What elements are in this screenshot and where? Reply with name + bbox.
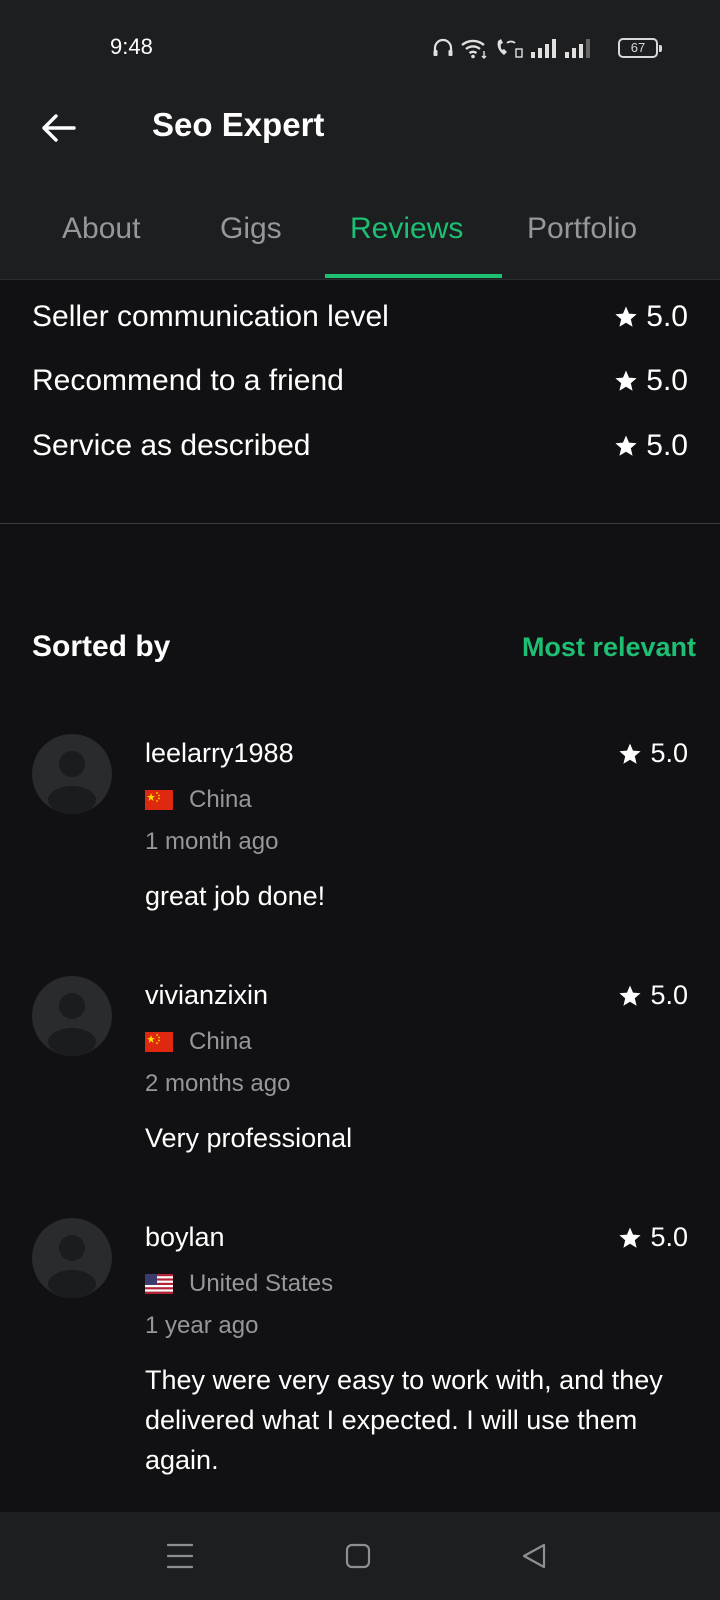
country-name: China [189,1028,252,1055]
rating-row-communication: Seller communication level 5.0 [32,300,688,344]
reviewer-name[interactable]: leelarry1988 [145,738,294,769]
star-icon [615,435,637,456]
review-rating: 5.0 [618,738,688,769]
menu-icon [167,1543,193,1569]
headphones-icon [433,38,453,56]
country-name: China [189,786,252,813]
system-back-button[interactable] [512,1534,556,1578]
square-icon [345,1543,371,1569]
rating-value: 5.0 [614,300,688,334]
user-placeholder-icon [48,993,96,1056]
review-text: great job done! [145,881,326,911]
rating-value: 5.0 [614,364,688,398]
review-time: 1 year ago [145,1312,259,1339]
rating-row-service: Service as described 5.0 [32,429,688,473]
rating-number: 5.0 [646,429,688,462]
reviewer-country: China [145,1028,252,1056]
signal-strength-icon [565,39,590,58]
reviewer-country: United States [145,1270,333,1298]
star-icon [619,743,642,764]
reviewer-name[interactable]: vivianzixin [145,980,268,1011]
star-icon [619,985,642,1006]
country-name: United States [189,1270,334,1297]
star-icon [615,306,637,327]
tab-portfolio[interactable]: Portfolio [527,212,637,246]
system-nav-bar [0,1512,720,1600]
us-flag-icon [145,1274,173,1294]
review-item: leelarry1988 5.0 China 1 month ago great… [0,734,720,914]
tab-about[interactable]: About [62,212,140,246]
review-time: 1 month ago [145,828,279,855]
arrow-left-icon [42,114,76,142]
star-icon [619,1227,642,1248]
status-icons [432,34,592,62]
rating-value: 5.0 [614,429,688,463]
china-flag-icon [145,790,173,810]
star-icon [615,370,637,391]
rating-label: Recommend to a friend [32,364,344,397]
tab-reviews[interactable]: Reviews [350,212,463,246]
china-flag-icon [145,1032,173,1052]
battery-icon: 67 [618,38,662,58]
reviewer-name[interactable]: boylan [145,1222,225,1253]
user-placeholder-icon [48,751,96,814]
avatar[interactable] [32,1218,112,1298]
review-time: 2 months ago [145,1070,291,1097]
review-rating: 5.0 [618,1222,688,1253]
wifi-calling-icon [497,39,523,58]
recent-apps-button[interactable] [158,1534,202,1578]
review-text: Very professional [145,1123,353,1153]
back-button[interactable] [34,104,82,152]
avatar[interactable] [32,734,112,814]
sort-dropdown[interactable]: Most relevant [522,632,696,663]
review-item: vivianzixin 5.0 China 2 months ago Very … [0,976,720,1156]
review-rating: 5.0 [618,980,688,1011]
triangle-back-icon [522,1543,546,1569]
review-text: They were very easy to work with, and th… [145,1365,663,1475]
signal-strength-icon [531,39,556,58]
user-placeholder-icon [48,1235,96,1298]
rating-label: Service as described [32,429,311,462]
tab-bar: About Gigs Reviews Portfolio [0,200,720,280]
rating-number: 5.0 [646,364,688,397]
rating-number: 5.0 [650,1222,688,1252]
sort-label: Sorted by [32,630,171,663]
home-button[interactable] [336,1534,380,1578]
page-title: Seo Expert [152,106,325,143]
wifi-icon [461,39,487,59]
divider [0,523,720,524]
active-tab-indicator [325,274,502,278]
rating-number: 5.0 [650,980,688,1010]
rating-number: 5.0 [646,300,688,333]
reviewer-country: China [145,786,252,814]
status-time: 9:48 [110,34,153,59]
rating-row-recommend: Recommend to a friend 5.0 [32,364,688,408]
rating-number: 5.0 [650,738,688,768]
review-item: boylan 5.0 United States 1 year ago They… [0,1218,720,1488]
rating-label: Seller communication level [32,300,389,333]
avatar[interactable] [32,976,112,1056]
divider [0,279,720,280]
status-bar: 9:48 67 [0,0,720,96]
tab-gigs[interactable]: Gigs [220,212,282,246]
